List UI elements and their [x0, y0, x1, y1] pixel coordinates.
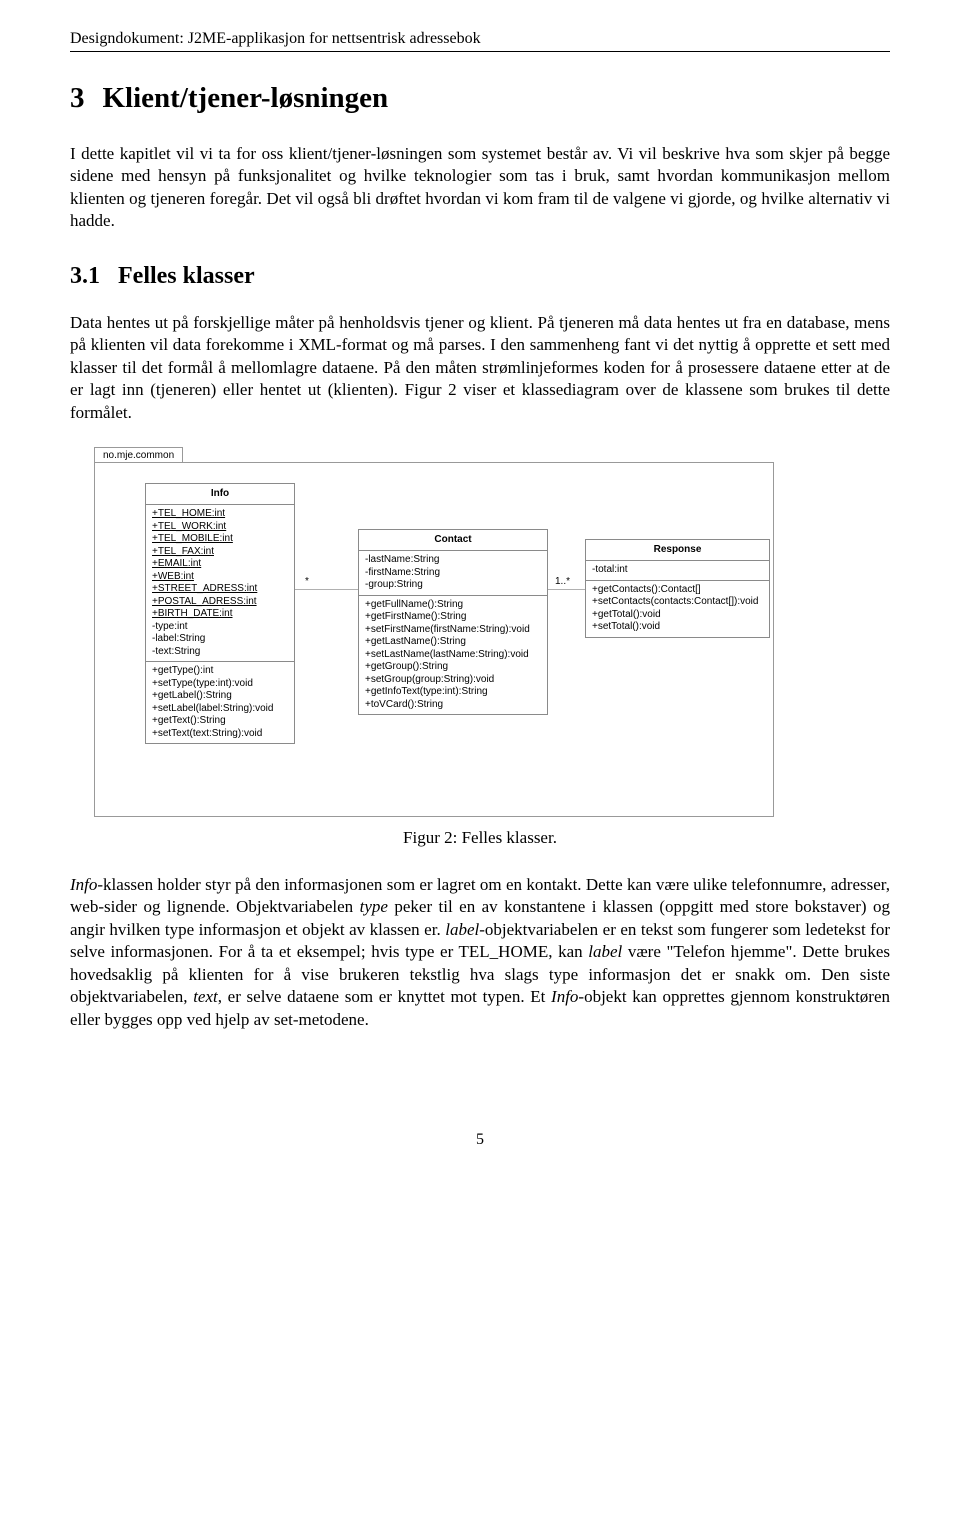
uml-member: +getLastName():String [365, 636, 541, 649]
uml-member: +POSTAL_ADRESS:int [152, 596, 288, 609]
uml-attributes: -lastName:String-firstName:String-group:… [359, 551, 547, 596]
subsection-title-text: Felles klasser [118, 263, 255, 289]
uml-operations: +getType():int+setType(type:int):void+ge… [146, 662, 294, 743]
closing-paragraph: Info-klassen holder styr på den informas… [70, 874, 890, 1031]
uml-member: +getText():String [152, 715, 288, 728]
uml-member: +getInfoText(type:int):String [365, 686, 541, 699]
uml-operations: +getFullName():String+getFirstName():Str… [359, 596, 547, 715]
uml-member: +getContacts():Contact[] [592, 584, 763, 597]
uml-member: -firstName:String [365, 567, 541, 580]
italic-term: Info [551, 987, 578, 1006]
header-rule [70, 51, 890, 52]
uml-attributes: -total:int [586, 561, 769, 581]
uml-member: +STREET_ADRESS:int [152, 583, 288, 596]
uml-member: +getType():int [152, 665, 288, 678]
uml-member: +EMAIL:int [152, 558, 288, 571]
uml-member: +BIRTH_DATE:int [152, 608, 288, 621]
uml-member: +getLabel():String [152, 690, 288, 703]
uml-package-label: no.mje.common [94, 447, 183, 463]
uml-attributes: +TEL_HOME:int+TEL_WORK:int+TEL_MOBILE:in… [146, 505, 294, 662]
uml-class-diagram: no.mje.common Info +TEL_HOME:int+TEL_WOR… [94, 444, 774, 814]
uml-member: +WEB:int [152, 571, 288, 584]
uml-member: +TEL_MOBILE:int [152, 533, 288, 546]
uml-association-line [548, 589, 585, 590]
uml-member: -text:String [152, 646, 288, 659]
italic-term: label [445, 920, 479, 939]
uml-member: -lastName:String [365, 554, 541, 567]
subsection-heading: 3.1 Felles klasser [70, 263, 890, 290]
uml-member: +TEL_HOME:int [152, 508, 288, 521]
uml-member: +TEL_FAX:int [152, 546, 288, 559]
uml-operations: +getContacts():Contact[]+setContacts(con… [586, 581, 769, 637]
uml-member: -group:String [365, 579, 541, 592]
uml-member: +setType(type:int):void [152, 678, 288, 691]
uml-class-contact: Contact -lastName:String-firstName:Strin… [358, 529, 548, 716]
figure-caption: Figur 2: Felles klasser. [70, 828, 890, 848]
uml-member: +getGroup():String [365, 661, 541, 674]
uml-member: +setFirstName(firstName:String):void [365, 624, 541, 637]
intro-paragraph: I dette kapitlet vil vi ta for oss klien… [70, 143, 890, 233]
uml-member: +setLastName(lastName:String):void [365, 649, 541, 662]
uml-member: +getTotal():void [592, 609, 763, 622]
subsection-number: 3.1 [70, 263, 100, 290]
uml-member: -label:String [152, 633, 288, 646]
uml-association-line [295, 589, 358, 590]
uml-member: -type:int [152, 621, 288, 634]
uml-member: +TEL_WORK:int [152, 521, 288, 534]
uml-class-title: Contact [359, 530, 547, 552]
section-title-text: Klient/tjener-løsningen [103, 82, 389, 114]
uml-member: +setLabel(label:String):void [152, 703, 288, 716]
uml-class-title: Response [586, 540, 769, 562]
uml-member: +setGroup(group:String):void [365, 674, 541, 687]
uml-member: +setContacts(contacts:Contact[]):void [592, 596, 763, 609]
uml-member: +getFullName():String [365, 599, 541, 612]
section-number: 3 [70, 82, 85, 115]
uml-member: +setText(text:String):void [152, 728, 288, 741]
uml-class-info: Info +TEL_HOME:int+TEL_WORK:int+TEL_MOBI… [145, 483, 295, 745]
italic-term: label [588, 942, 622, 961]
uml-member: +toVCard():String [365, 699, 541, 712]
uml-class-response: Response -total:int +getContacts():Conta… [585, 539, 770, 638]
uml-member: +getFirstName():String [365, 611, 541, 624]
subsection-paragraph: Data hentes ut på forskjellige måter på … [70, 312, 890, 424]
uml-member: -total:int [592, 564, 763, 577]
uml-multiplicity: 1..* [555, 576, 570, 587]
uml-package-box: Info +TEL_HOME:int+TEL_WORK:int+TEL_MOBI… [94, 462, 774, 817]
uml-multiplicity: * [305, 576, 309, 587]
uml-member: +setTotal():void [592, 621, 763, 634]
uml-class-title: Info [146, 484, 294, 506]
page-number: 5 [70, 1131, 890, 1149]
italic-term: type [360, 897, 388, 916]
running-header: Designdokument: J2ME-applikasjon for net… [70, 30, 890, 48]
italic-term: Info [70, 875, 97, 894]
italic-term: text [193, 987, 218, 1006]
section-heading: 3 Klient/tjener-løsningen [70, 82, 890, 115]
